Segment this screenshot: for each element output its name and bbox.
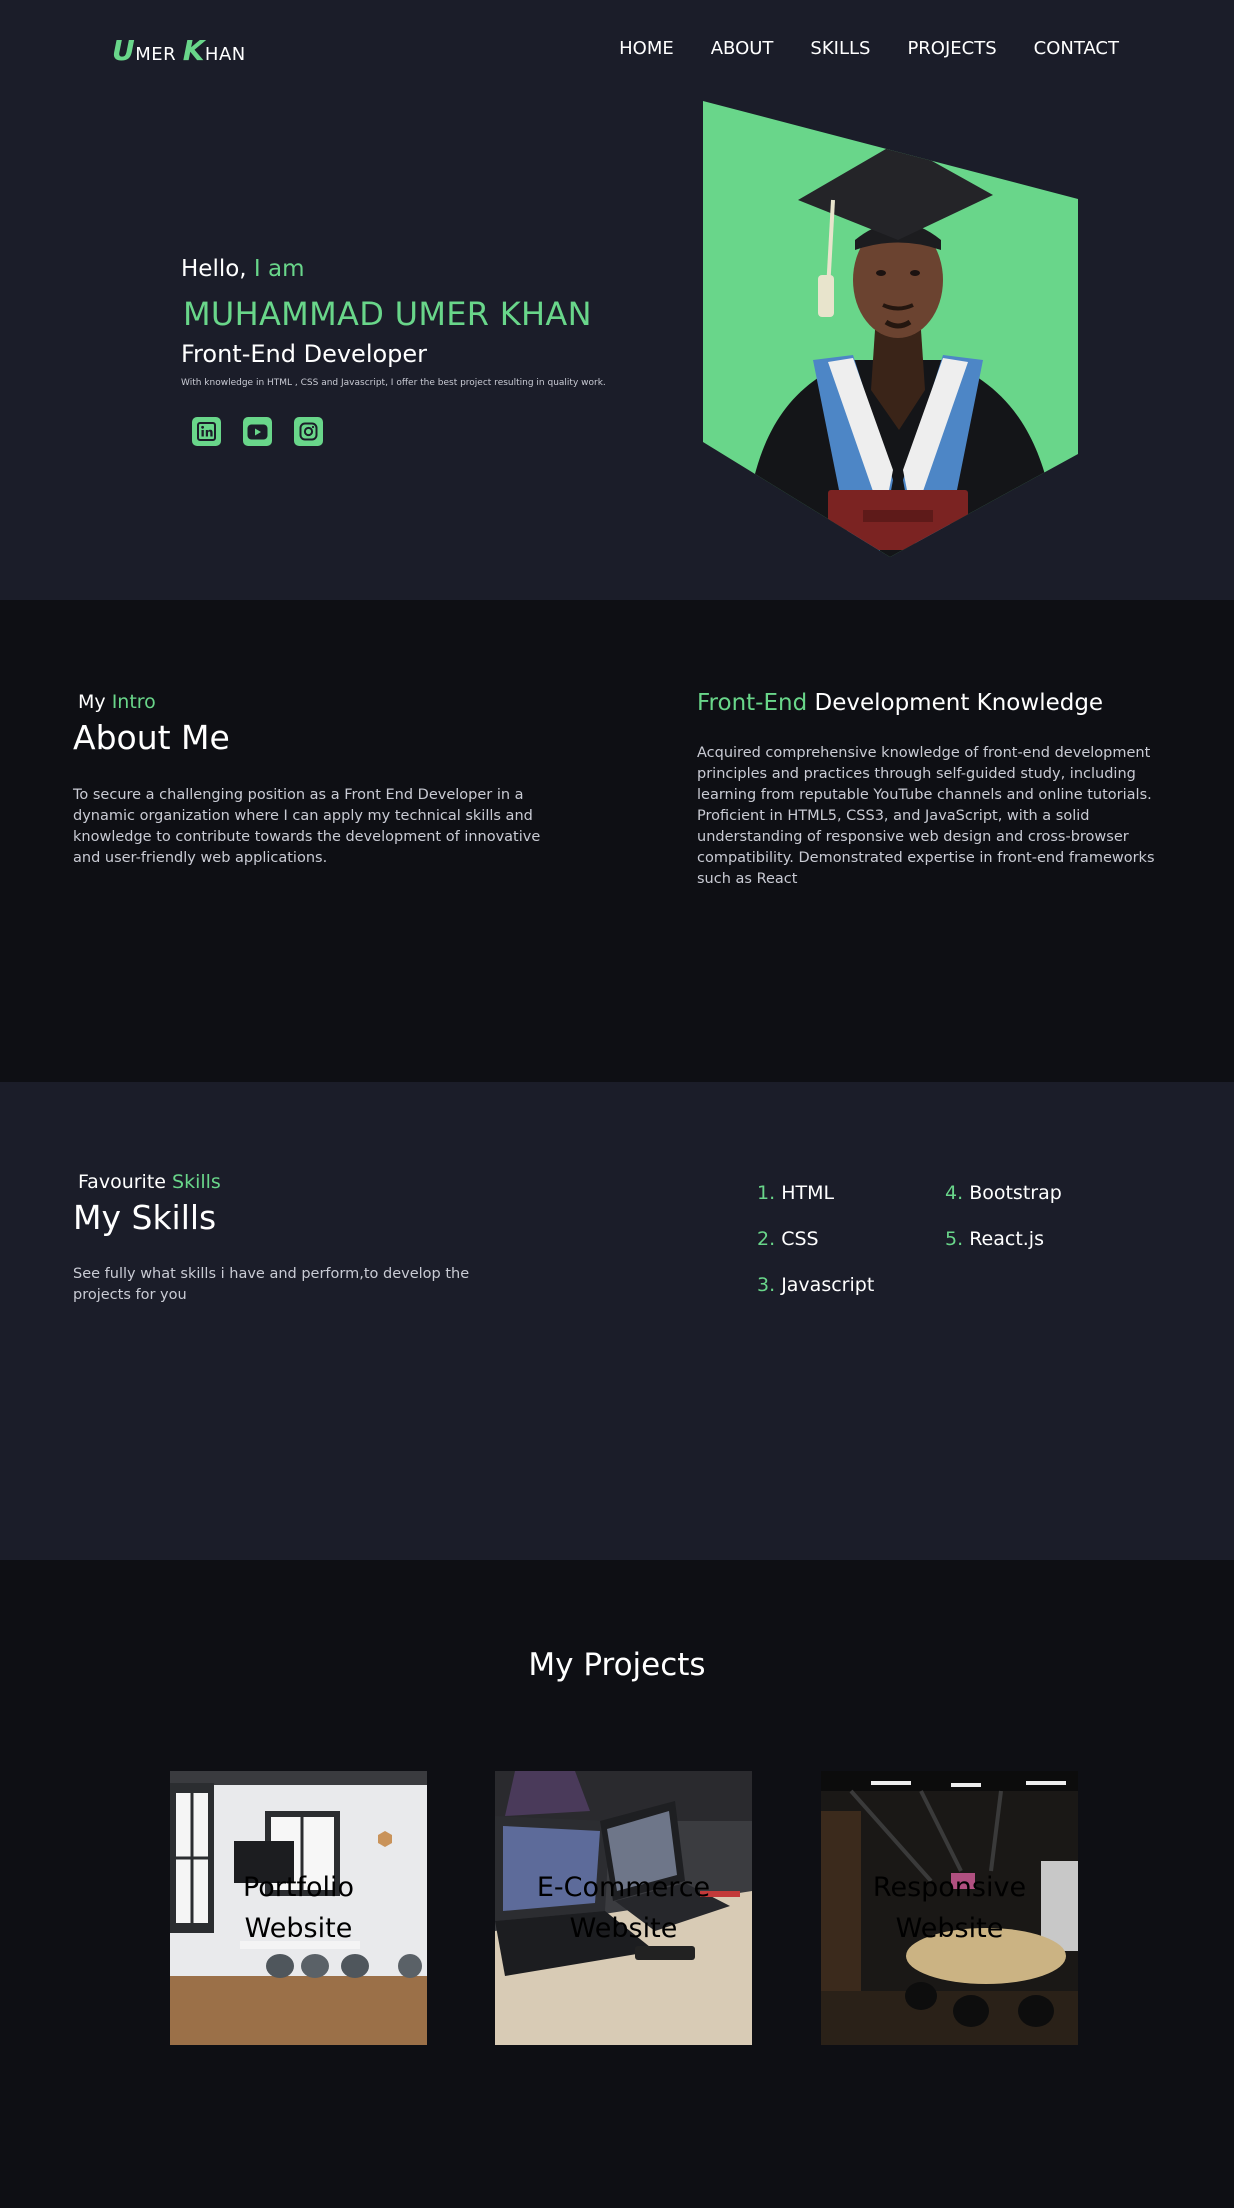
skills-kicker-prefix: Favourite bbox=[78, 1171, 166, 1193]
knowledge-title-rest: Development Knowledge bbox=[814, 690, 1104, 716]
skills-kicker: Favourite Skills bbox=[78, 1171, 221, 1193]
project-card-ecommerce[interactable]: E-Commerce Website bbox=[495, 1771, 752, 2045]
social-links bbox=[192, 417, 323, 446]
logo-letter-u: U bbox=[112, 34, 136, 67]
project-card-label: E-Commerce Website bbox=[536, 1872, 711, 1944]
skills-list-right: 4. Bootstrap 5. React.js bbox=[945, 1182, 1062, 1274]
about-kicker-accent: Intro bbox=[111, 691, 156, 713]
knowledge-title-accent: Front-End bbox=[697, 690, 808, 716]
instagram-icon[interactable] bbox=[294, 417, 323, 446]
nav-link-contact[interactable]: CONTACT bbox=[1034, 38, 1119, 59]
hero-blurb: With knowledge in HTML , CSS and Javascr… bbox=[181, 378, 606, 388]
nav-link-about[interactable]: ABOUT bbox=[711, 38, 774, 59]
skill-item: 2. CSS bbox=[757, 1228, 819, 1250]
hero-iam-text: I am bbox=[253, 256, 305, 282]
logo-text-mer: MER bbox=[135, 44, 177, 65]
project-card-label: Responsive Website bbox=[872, 1872, 1027, 1944]
nav-link-skills[interactable]: SKILLS bbox=[810, 38, 870, 59]
skill-item: 3. Javascript bbox=[757, 1274, 875, 1296]
nav-link-home[interactable]: HOME bbox=[619, 38, 674, 59]
about-kicker-prefix: My bbox=[78, 691, 106, 713]
nav-link-projects[interactable]: PROJECTS bbox=[907, 38, 996, 59]
knowledge-body: Acquired comprehensive knowledge of fron… bbox=[697, 745, 1155, 887]
hero-hello-text: Hello, bbox=[181, 256, 247, 282]
skills-body: See fully what skills i have and perform… bbox=[73, 1266, 470, 1303]
about-body: To secure a challenging position as a Fr… bbox=[73, 787, 541, 866]
project-card-responsive[interactable]: Responsive Website bbox=[821, 1771, 1078, 2045]
about-title: About Me bbox=[73, 718, 230, 757]
logo-letter-k: K bbox=[182, 34, 205, 67]
about-kicker: My Intro bbox=[78, 691, 156, 713]
skills-title: My Skills bbox=[73, 1198, 217, 1237]
skill-item: 5. React.js bbox=[945, 1228, 1044, 1250]
hero-role: Front-End Developer bbox=[181, 340, 428, 368]
skills-list-left: 1. HTML 2. CSS 3. Javascript bbox=[757, 1182, 874, 1320]
about-section: My Intro About Me To secure a challengin… bbox=[0, 600, 1234, 1082]
profile-photo bbox=[703, 100, 1083, 564]
site-logo[interactable]: UMER KHAN bbox=[112, 34, 246, 67]
logo-text-han: HAN bbox=[204, 44, 246, 65]
skills-kicker-accent: Skills bbox=[172, 1171, 221, 1193]
linkedin-icon[interactable] bbox=[192, 417, 221, 446]
hero-section: Hello, I am MUHAMMAD UMER KHAN Front-End… bbox=[0, 100, 1234, 600]
project-card-label: Portfolio Website bbox=[242, 1872, 355, 1944]
projects-title: My Projects bbox=[528, 1647, 706, 1683]
skill-item: 1. HTML bbox=[757, 1182, 835, 1204]
skills-section: Favourite Skills My Skills See fully wha… bbox=[0, 1082, 1234, 1560]
top-navbar: UMER KHAN HOME ABOUT SKILLS PROJECTS CON… bbox=[0, 0, 1234, 100]
hero-greeting: Hello, I am bbox=[181, 256, 305, 282]
knowledge-title: Front-End Development Knowledge bbox=[697, 690, 1103, 716]
nav-menu: HOME ABOUT SKILLS PROJECTS CONTACT bbox=[619, 38, 1119, 59]
hero-name: MUHAMMAD UMER KHAN bbox=[183, 295, 592, 333]
projects-section: My Projects Portfolio Website E-Commerce… bbox=[0, 1560, 1234, 2208]
skill-item: 4. Bootstrap bbox=[945, 1182, 1062, 1204]
youtube-icon[interactable] bbox=[243, 417, 272, 446]
project-card-portfolio[interactable]: Portfolio Website bbox=[170, 1771, 427, 2045]
